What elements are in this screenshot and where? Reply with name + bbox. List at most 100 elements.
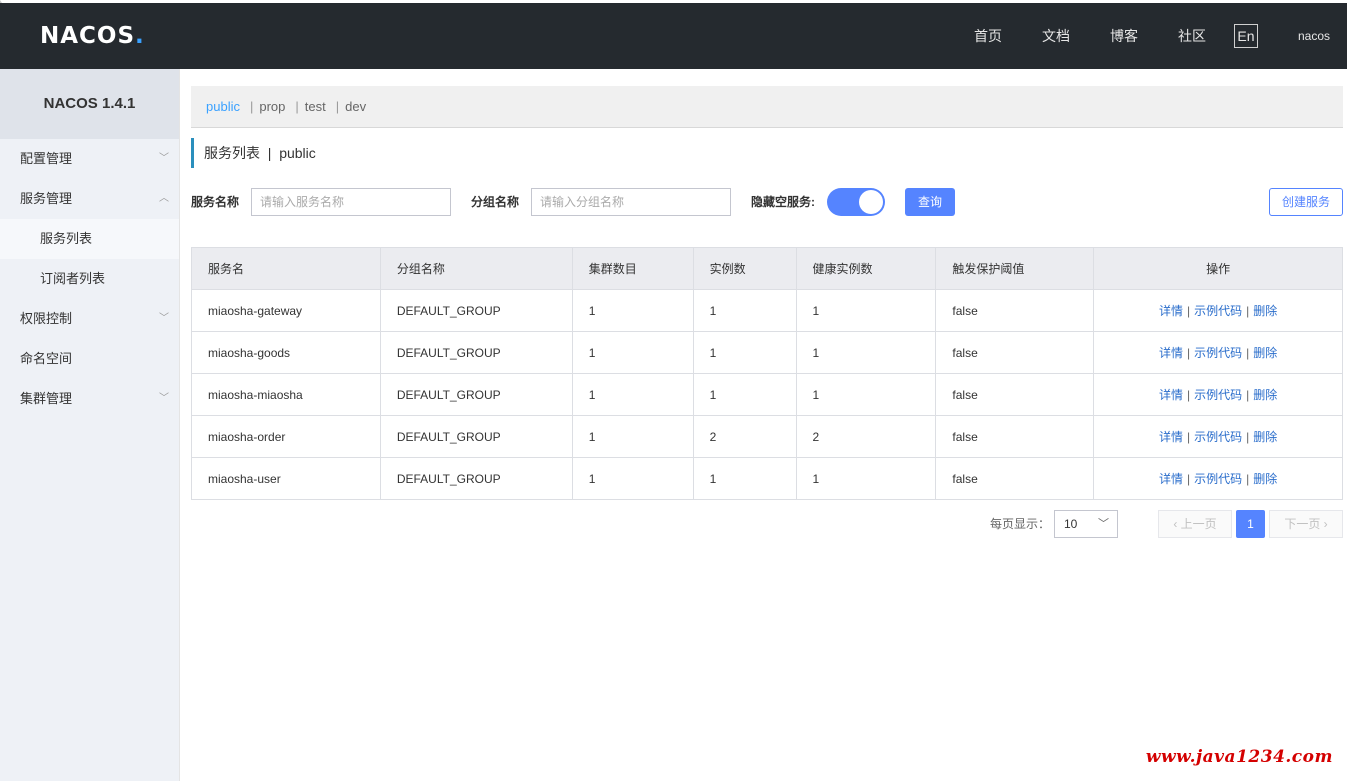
hide-empty-toggle[interactable] (827, 188, 885, 216)
sample-code-link[interactable]: 示例代码 (1194, 304, 1242, 318)
delete-link[interactable]: 删除 (1253, 388, 1277, 402)
chevron-up-icon: ︿ (159, 193, 169, 204)
sample-code-link[interactable]: 示例代码 (1194, 388, 1242, 402)
query-button[interactable]: 查询 (905, 188, 955, 216)
sidebar-item-service-list[interactable]: 服务列表 (0, 219, 179, 259)
cell-instance-count: 1 (692, 331, 797, 374)
cell-protect-threshold: false (935, 373, 1095, 416)
table-header-row: 服务名 分组名称 集群数目 实例数 健康实例数 触发保护阈值 操作 (191, 247, 1343, 290)
language-toggle-button[interactable]: En (1233, 24, 1258, 48)
chevron-down-icon: ﹀ (1098, 518, 1109, 530)
chevron-down-icon: ﹀ (159, 393, 169, 404)
cell-actions: 详情 | 示例代码 | 删除 (1093, 289, 1343, 332)
sidebar-item-label: 命名空间 (20, 351, 73, 366)
sidebar-item-namespace[interactable]: 命名空间 (0, 339, 179, 379)
col-header: 触发保护阈值 (935, 247, 1095, 290)
cell-group-name: DEFAULT_GROUP (379, 331, 573, 374)
detail-link[interactable]: 详情 (1159, 430, 1183, 444)
service-name-input[interactable] (251, 188, 451, 216)
nav-community[interactable]: 社区 (1178, 26, 1206, 46)
chevron-left-icon: ‹ (1173, 517, 1178, 531)
cell-protect-threshold: false (935, 289, 1095, 332)
sidebar-item-service[interactable]: 服务管理 ︿ (0, 179, 179, 219)
page-size-select[interactable]: 10 ﹀ (1054, 510, 1118, 538)
nacos-logo[interactable]: NACOS. (40, 23, 145, 49)
version-label: NACOS 1.4.1 (0, 69, 179, 139)
delete-link[interactable]: 删除 (1253, 472, 1277, 486)
cell-cluster-count: 1 (571, 415, 694, 458)
nav-home[interactable]: 首页 (974, 26, 1002, 46)
sidebar-item-label: 权限控制 (20, 311, 73, 326)
sidebar-item-label: 服务列表 (40, 231, 93, 246)
namespace-dev[interactable]: dev (345, 99, 366, 114)
page-1-button[interactable]: 1 (1236, 510, 1265, 538)
nav-blog[interactable]: 博客 (1110, 26, 1138, 46)
col-header: 集群数目 (571, 247, 694, 290)
page-title: 服务列表 | public (191, 138, 316, 168)
watermark: www.java1234.com (1145, 747, 1333, 767)
cell-actions: 详情 | 示例代码 | 删除 (1093, 457, 1343, 500)
detail-link[interactable]: 详情 (1159, 388, 1183, 402)
nav-docs[interactable]: 文档 (1042, 26, 1070, 46)
detail-link[interactable]: 详情 (1159, 304, 1183, 318)
sidebar-item-label: 配置管理 (20, 151, 73, 166)
table-row: miaosha-user DEFAULT_GROUP 1 1 1 false 详… (191, 457, 1343, 500)
detail-link[interactable]: 详情 (1159, 346, 1183, 360)
page-size-label: 每页显示： (990, 517, 1051, 531)
chevron-down-icon: ﹀ (159, 313, 169, 324)
sidebar-item-auth[interactable]: 权限控制 ﹀ (0, 299, 179, 339)
chevron-down-icon: ﹀ (159, 153, 169, 164)
cell-group-name: DEFAULT_GROUP (379, 415, 573, 458)
group-name-input[interactable] (531, 188, 731, 216)
delete-link[interactable]: 删除 (1253, 346, 1277, 360)
cell-instance-count: 1 (692, 373, 797, 416)
table-row: miaosha-gateway DEFAULT_GROUP 1 1 1 fals… (191, 289, 1343, 332)
table-row: miaosha-goods DEFAULT_GROUP 1 1 1 false … (191, 331, 1343, 374)
namespace-public[interactable]: public (206, 99, 240, 114)
cell-service-name: miaosha-gateway (191, 289, 381, 332)
delete-link[interactable]: 删除 (1253, 304, 1277, 318)
sidebar-item-label: 服务管理 (20, 191, 73, 206)
cell-service-name: miaosha-miaosha (191, 373, 381, 416)
sidebar-item-subscribers[interactable]: 订阅者列表 (0, 259, 179, 299)
cell-group-name: DEFAULT_GROUP (379, 373, 573, 416)
table-row: miaosha-miaosha DEFAULT_GROUP 1 1 1 fals… (191, 373, 1343, 416)
prev-page-button[interactable]: ‹ 上一页 (1158, 510, 1232, 538)
sidebar-item-cluster[interactable]: 集群管理 ﹀ (0, 379, 179, 419)
cell-group-name: DEFAULT_GROUP (379, 457, 573, 500)
cell-service-name: miaosha-goods (191, 331, 381, 374)
namespace-test[interactable]: test (305, 99, 326, 114)
pagination: 每页显示： 10 ﹀ ‹ 上一页 1 下一页 › (191, 510, 1343, 538)
filter-bar: 服务名称 分组名称 隐藏空服务: 查询 创建服务 (191, 188, 1343, 216)
detail-link[interactable]: 详情 (1159, 472, 1183, 486)
page-namespace: public (279, 145, 316, 161)
sidebar-item-label: 订阅者列表 (40, 271, 106, 286)
sidebar-item-label: 集群管理 (20, 391, 73, 406)
cell-protect-threshold: false (935, 457, 1095, 500)
delete-link[interactable]: 删除 (1253, 430, 1277, 444)
next-page-button[interactable]: 下一页 › (1269, 510, 1343, 538)
cell-cluster-count: 1 (571, 457, 694, 500)
cell-instance-count: 1 (692, 289, 797, 332)
cell-service-name: miaosha-order (191, 415, 381, 458)
col-header: 分组名称 (379, 247, 573, 290)
service-name-label: 服务名称 (191, 195, 240, 209)
service-table: 服务名 分组名称 集群数目 实例数 健康实例数 触发保护阈值 操作 miaosh… (191, 247, 1343, 500)
cell-protect-threshold: false (935, 331, 1095, 374)
main-content: public | prop | test | dev 服务列表 | public… (191, 86, 1343, 538)
sample-code-link[interactable]: 示例代码 (1194, 346, 1242, 360)
namespace-bar: public | prop | test | dev (191, 86, 1343, 128)
sample-code-link[interactable]: 示例代码 (1194, 472, 1242, 486)
sidebar-item-config[interactable]: 配置管理 ﹀ (0, 139, 179, 179)
sample-code-link[interactable]: 示例代码 (1194, 430, 1242, 444)
cell-cluster-count: 1 (571, 373, 694, 416)
group-name-label: 分组名称 (471, 195, 520, 209)
create-service-button[interactable]: 创建服务 (1269, 188, 1343, 216)
user-menu[interactable]: nacos (1298, 29, 1330, 43)
chevron-right-icon: › (1323, 517, 1328, 531)
cell-instance-count: 2 (692, 415, 797, 458)
namespace-prop[interactable]: prop (259, 99, 285, 114)
cell-actions: 详情 | 示例代码 | 删除 (1093, 373, 1343, 416)
cell-group-name: DEFAULT_GROUP (379, 289, 573, 332)
cell-service-name: miaosha-user (191, 457, 381, 500)
